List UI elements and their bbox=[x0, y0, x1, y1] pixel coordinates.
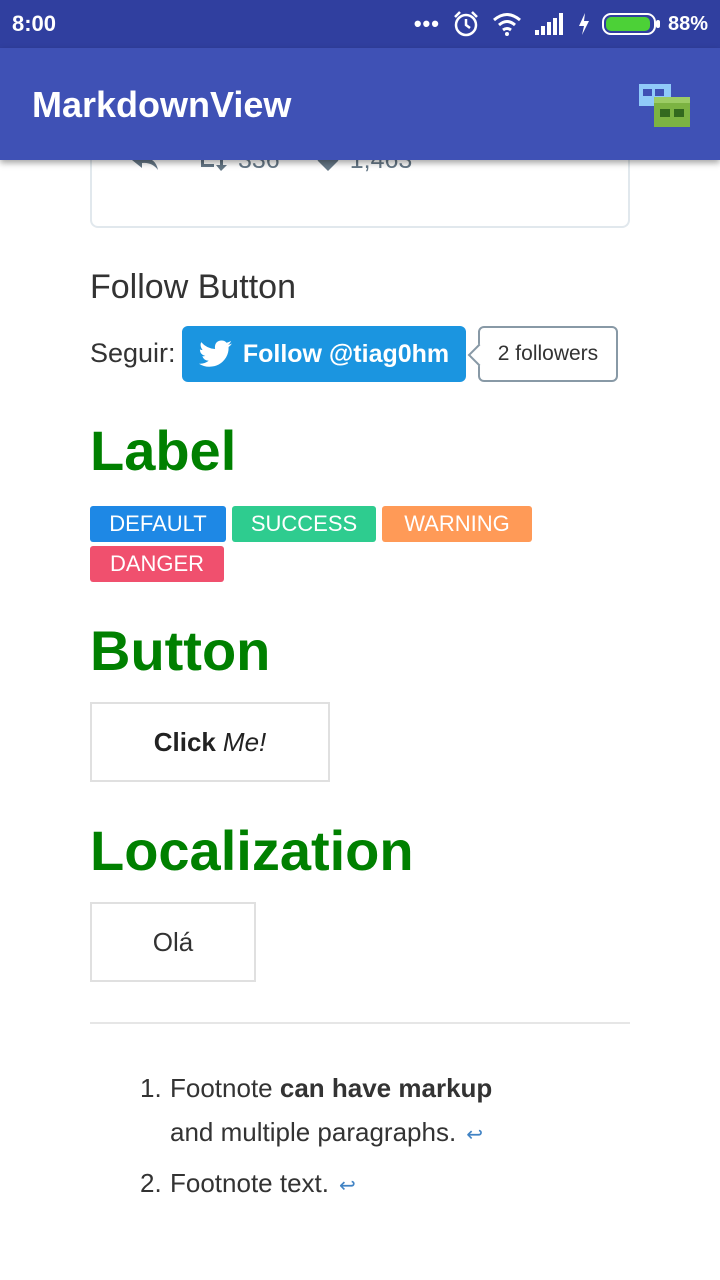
click-me-button[interactable]: Click Me! bbox=[90, 702, 330, 782]
twitter-bird-icon bbox=[198, 340, 232, 367]
footnote-bold-text: can have markup bbox=[279, 1073, 493, 1103]
battery-icon bbox=[601, 13, 660, 35]
footnotes-list: 1. Footnote can have markup and multiple… bbox=[140, 1066, 630, 1208]
more-dots-icon: ••• bbox=[413, 11, 440, 36]
app-title: MarkdownView bbox=[32, 84, 292, 125]
twitter-follow-button[interactable]: Follow @tiag0hm bbox=[182, 326, 466, 382]
follow-label: Seguir: bbox=[90, 338, 176, 368]
localization-box: Olá bbox=[90, 902, 256, 982]
footnote-backref-link[interactable]: ↩ bbox=[339, 1175, 356, 1197]
status-time: 8:00 bbox=[12, 11, 57, 36]
footnote-line: Footnote text. ↩ bbox=[170, 1161, 630, 1208]
click-me-italic-text: Me! bbox=[222, 726, 267, 757]
label-warning: WARNING bbox=[382, 506, 532, 542]
wifi-icon bbox=[493, 13, 521, 36]
localization-heading: Localization bbox=[90, 819, 414, 882]
button-heading: Button bbox=[90, 619, 271, 682]
label-success: SUCCESS bbox=[232, 506, 376, 542]
localization-text: Olá bbox=[152, 926, 194, 957]
footnote-item: 1. Footnote can have markup and multiple… bbox=[140, 1066, 630, 1157]
label-danger: DANGER bbox=[90, 546, 224, 582]
footnote-number: 2. bbox=[140, 1168, 162, 1198]
footnote-line: and multiple paragraphs. ↩ bbox=[170, 1110, 630, 1157]
follow-row: Seguir: Follow @tiag0hm 2 followers bbox=[90, 326, 630, 382]
status-icons: ••• 88% bbox=[414, 8, 708, 40]
footnote-item: 2. Footnote text. ↩ bbox=[140, 1161, 630, 1208]
footnote-text: Footnote bbox=[170, 1073, 280, 1103]
footnote-text: and multiple paragraphs. bbox=[170, 1117, 457, 1147]
footnotes-divider bbox=[90, 1022, 630, 1024]
app-switch-icon[interactable] bbox=[638, 83, 692, 129]
follow-button-label: Follow @tiag0hm bbox=[242, 339, 450, 368]
charging-icon bbox=[578, 13, 589, 35]
footnote-line: Footnote can have markup bbox=[170, 1066, 630, 1110]
followers-count: 2 followers bbox=[497, 342, 599, 365]
click-me-bold-text: Click bbox=[153, 726, 216, 757]
footnote-text: Footnote text. bbox=[170, 1168, 329, 1198]
footnote-backref-link[interactable]: ↩ bbox=[466, 1124, 483, 1146]
follow-heading: Follow Button bbox=[90, 268, 296, 306]
followers-count-bubble[interactable]: 2 followers bbox=[478, 326, 618, 382]
label-default: DEFAULT bbox=[90, 506, 226, 542]
signal-icon bbox=[534, 13, 563, 35]
battery-percent: 88% bbox=[667, 12, 708, 35]
status-bar: 8:00 ••• 88% bbox=[0, 0, 720, 48]
alarm-icon bbox=[454, 11, 478, 37]
footnote-number: 1. bbox=[140, 1073, 162, 1103]
app-bar: MarkdownView bbox=[0, 48, 720, 160]
label-heading: Label bbox=[90, 419, 237, 482]
